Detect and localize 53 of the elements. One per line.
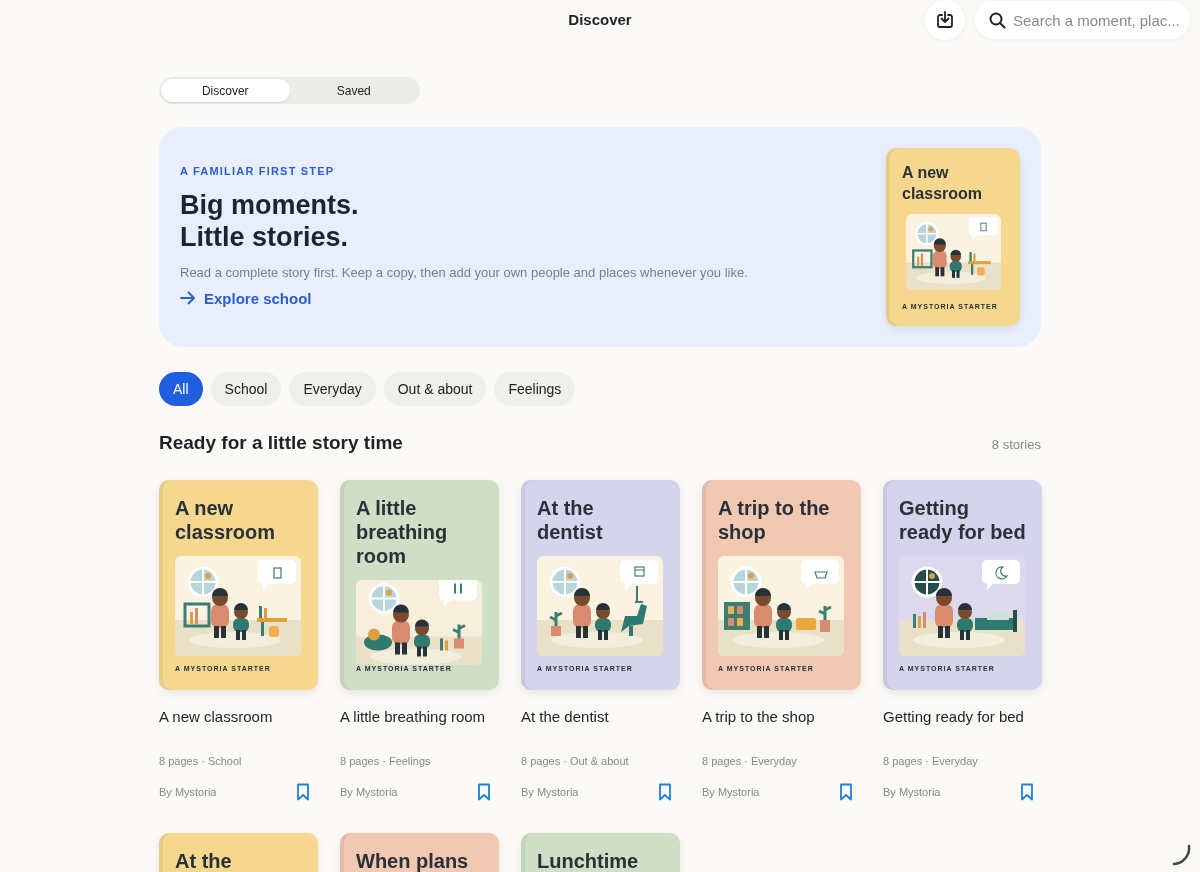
hero-description: Read a complete story first. Keep a copy, then add your own people and places whenever you like. bbox=[180, 264, 748, 280]
cover-title: When plans bbox=[356, 849, 470, 872]
filter-chip[interactable]: School bbox=[210, 372, 282, 406]
story-title[interactable]: Getting ready for bed bbox=[883, 708, 1042, 725]
download-button[interactable] bbox=[925, 0, 965, 40]
search-icon bbox=[989, 12, 1006, 29]
segment-tab[interactable]: Discover bbox=[161, 79, 290, 102]
hero-headline: Big moments. bbox=[180, 188, 360, 221]
cover-title: A new classroom bbox=[175, 496, 277, 544]
cover-title: A little breathing room bbox=[356, 496, 449, 568]
story-meta: 8 pages · Everyday bbox=[702, 755, 798, 767]
cover-title: A trip to the shop bbox=[718, 496, 831, 544]
story-author: By Mystoria bbox=[883, 786, 941, 798]
filter-chip[interactable]: All bbox=[159, 372, 203, 406]
bookmark-button[interactable] bbox=[658, 783, 672, 801]
section-title: Ready for a little story time bbox=[159, 432, 403, 454]
story-author: By Mystoria bbox=[521, 786, 579, 798]
story-count: 8 stories bbox=[991, 437, 1041, 452]
cover-title: Getting ready for bed bbox=[899, 496, 1026, 544]
bookmark-button[interactable] bbox=[477, 783, 491, 801]
hero-eyebrow: A FAMILIAR FIRST STEP bbox=[180, 164, 336, 177]
story-title[interactable]: A little breathing room bbox=[340, 708, 499, 725]
story-author: By Mystoria bbox=[702, 786, 760, 798]
page-title: Discover bbox=[568, 10, 632, 28]
story-author: By Mystoria bbox=[159, 786, 217, 798]
cover-title: Lunchtime bbox=[537, 849, 640, 872]
explore-link[interactable]: Explore school bbox=[180, 289, 312, 307]
bookmark-button[interactable] bbox=[839, 783, 853, 801]
filter-chip[interactable]: Feelings bbox=[494, 372, 576, 406]
arrow-right-icon bbox=[180, 291, 196, 306]
book-cover[interactable]: When plans bbox=[340, 833, 499, 872]
download-icon bbox=[935, 10, 955, 30]
story-meta: 8 pages · Everyday bbox=[883, 755, 979, 767]
book-cover[interactable]: At the bbox=[159, 833, 318, 872]
hero-headline: Little stories. bbox=[180, 220, 350, 253]
book-cover[interactable]: Lunchtime bbox=[521, 833, 680, 872]
spinner-icon bbox=[1170, 844, 1192, 868]
story-title[interactable]: At the dentist bbox=[521, 708, 680, 725]
filter-chip[interactable]: Everyday bbox=[289, 372, 376, 406]
cover-title: A new classroom bbox=[902, 163, 984, 204]
search-field[interactable]: Search a moment, plac... bbox=[975, 1, 1190, 39]
story-title[interactable]: A new classroom bbox=[159, 708, 318, 725]
cover-title: At the bbox=[175, 849, 233, 872]
bookmark-button[interactable] bbox=[1020, 783, 1034, 801]
story-meta: 8 pages · Out & about bbox=[521, 755, 630, 767]
story-author: By Mystoria bbox=[340, 786, 398, 798]
story-meta: 8 pages · Feelings bbox=[340, 755, 432, 767]
bookmark-button[interactable] bbox=[296, 783, 310, 801]
segment-tab[interactable]: Saved bbox=[289, 79, 418, 102]
story-meta: 8 pages · School bbox=[159, 755, 243, 767]
cover-title: At the dentist bbox=[537, 496, 604, 544]
story-title[interactable]: A trip to the shop bbox=[702, 708, 861, 725]
filter-chip[interactable]: Out & about bbox=[383, 372, 487, 406]
